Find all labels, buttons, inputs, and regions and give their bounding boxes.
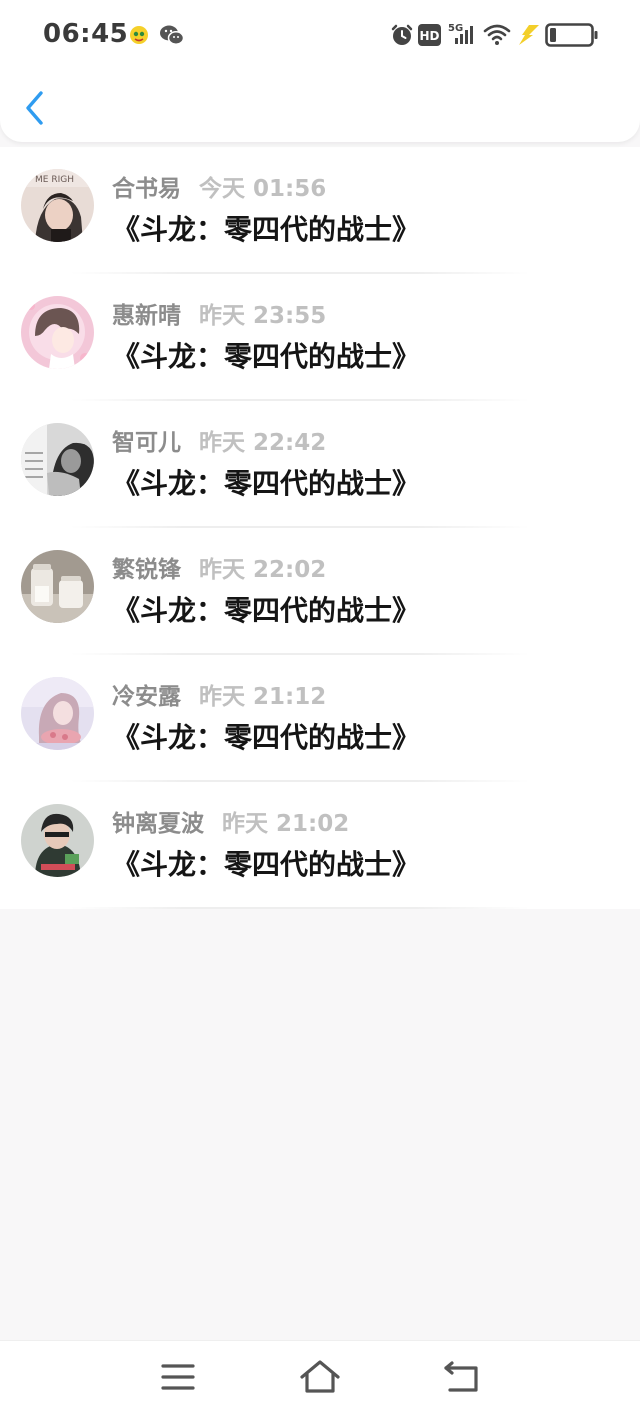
- back-nav-button[interactable]: [440, 1357, 484, 1397]
- timestamp: 昨天 23:55: [199, 303, 327, 329]
- avatar[interactable]: ME RIGH: [21, 169, 94, 242]
- timestamp: 昨天 21:12: [199, 684, 327, 710]
- status-bar: 06:45 HD 5G: [0, 0, 640, 70]
- list-item[interactable]: ME RIGH 合书易 今天 01:56 《斗龙：零四代的战士》: [0, 147, 640, 274]
- wifi-icon: [483, 22, 511, 50]
- wechat-icon: [159, 23, 185, 51]
- user-name: 钟离夏波: [112, 811, 204, 837]
- timestamp: 昨天 22:02: [199, 557, 327, 583]
- svg-text:ME RIGH: ME RIGH: [35, 175, 74, 185]
- avatar[interactable]: [21, 423, 94, 496]
- list-item[interactable]: 冷安露 昨天 21:12 《斗龙：零四代的战士》: [0, 655, 640, 782]
- user-name: 冷安露: [112, 684, 181, 710]
- timestamp: 昨天 22:42: [199, 430, 327, 456]
- avatar[interactable]: [21, 804, 94, 877]
- svg-text:5G: 5G: [448, 23, 463, 34]
- back-button[interactable]: [20, 86, 56, 130]
- user-name: 智可儿: [112, 430, 181, 456]
- list-item[interactable]: 惠新晴 昨天 23:55 《斗龙：零四代的战士》: [0, 274, 640, 401]
- avatar[interactable]: [21, 677, 94, 750]
- back-icon: [444, 1361, 478, 1392]
- book-title: 《斗龙：零四代的战士》: [112, 594, 421, 627]
- user-name: 繁锐锋: [112, 557, 181, 583]
- list-item[interactable]: 钟离夏波 昨天 21:02 《斗龙：零四代的战士》: [0, 782, 640, 909]
- battery-icon: [545, 23, 599, 51]
- charging-icon: [517, 23, 541, 51]
- reader-list: ME RIGH 合书易 今天 01:56 《斗龙：零四代的战士》 惠新晴 昨天 …: [0, 147, 640, 909]
- book-title: 《斗龙：零四代的战士》: [112, 213, 421, 246]
- divider: [70, 907, 530, 909]
- header: 06:45 HD 5G: [0, 0, 640, 142]
- signal-icon: 5G: [448, 20, 476, 50]
- status-time: 06:45: [43, 19, 129, 49]
- book-title: 《斗龙：零四代的战士》: [112, 467, 421, 500]
- book-title: 《斗龙：零四代的战士》: [112, 340, 421, 373]
- book-title: 《斗龙：零四代的战士》: [112, 721, 421, 754]
- app-notification-icon: [128, 24, 150, 50]
- list-item[interactable]: 智可儿 昨天 22:42 《斗龙：零四代的战士》: [0, 401, 640, 528]
- chevron-left-icon: [26, 91, 43, 125]
- avatar[interactable]: [21, 296, 94, 369]
- book-title: 《斗龙：零四代的战士》: [112, 848, 421, 881]
- timestamp: 今天 01:56: [199, 176, 327, 202]
- menu-button[interactable]: [156, 1357, 200, 1397]
- menu-icon: [161, 1364, 195, 1390]
- alarm-icon: [390, 23, 414, 51]
- hd-icon: HD: [418, 24, 441, 50]
- user-name: 惠新晴: [112, 303, 181, 329]
- home-icon: [300, 1360, 340, 1393]
- home-button[interactable]: [298, 1357, 342, 1397]
- user-name: 合书易: [112, 176, 181, 202]
- timestamp: 昨天 21:02: [222, 811, 350, 837]
- list-item[interactable]: 繁锐锋 昨天 22:02 《斗龙：零四代的战士》: [0, 528, 640, 655]
- svg-text:HD: HD: [419, 29, 439, 43]
- system-nav-bar: [0, 1340, 640, 1416]
- avatar[interactable]: [21, 550, 94, 623]
